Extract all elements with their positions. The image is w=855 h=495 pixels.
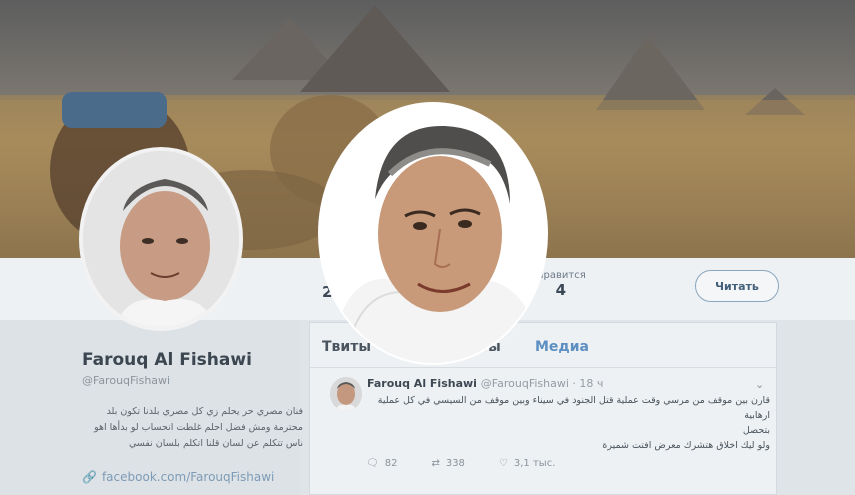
tweet-author[interactable]: Farouq Al Fishawi: [367, 377, 477, 390]
reply-action[interactable]: 🗨 82: [366, 458, 397, 469]
tweet-header: Farouq Al Fishawi @FarouqFishawi · 18 ч: [367, 377, 603, 390]
portrait-illustration: [320, 104, 546, 363]
avatar-portrait: [83, 151, 239, 327]
portrait-photo: [320, 104, 546, 363]
retweet-action[interactable]: ⇄ 338: [431, 458, 464, 469]
tweet-line-3: ولو ليك اخلاق هتشرك معرض افتت شميرة: [602, 440, 770, 451]
chevron-down-icon[interactable]: ⌄: [755, 378, 764, 391]
reply-icon: 🗨: [366, 458, 379, 469]
avatar[interactable]: [79, 147, 243, 331]
likes-stat[interactable]: Нравится 4: [536, 270, 586, 299]
tweet-avatar[interactable]: [330, 377, 362, 411]
tab-tweets[interactable]: Твиты: [322, 339, 371, 355]
tab-media[interactable]: Медиа: [535, 339, 589, 355]
like-action[interactable]: ♡ 3,1 тыс.: [499, 458, 555, 469]
tweet-avatar-portrait: [330, 377, 362, 411]
likes-count: 4: [555, 281, 567, 299]
tweet-actions: 🗨 82 ⇄ 338 ♡ 3,1 тыс.: [366, 458, 555, 469]
link-icon: 🔗: [82, 470, 97, 484]
retweet-icon: ⇄: [431, 458, 440, 469]
tweet-line-1: قارن بين موقف من مرسي وقت عملية قتل الجن…: [377, 395, 770, 421]
tweet-line-2: بتحصل: [742, 425, 770, 436]
profile-bio: فنان مصري حر يحلم زي كل مصري بلدنا تكون …: [94, 406, 303, 449]
profile-link-text[interactable]: facebook.com/FarouqFishawi: [102, 470, 274, 484]
heart-icon: ♡: [498, 458, 508, 469]
retweet-count: 338: [445, 458, 465, 469]
tweet-handle[interactable]: @FarouqFishawi · 18 ч: [481, 377, 604, 390]
reply-count: 82: [384, 458, 398, 469]
like-count: 3,1 тыс.: [513, 458, 556, 469]
profile-name: Farouq Al Fishawi: [82, 350, 252, 370]
likes-label: Нравится: [536, 270, 586, 281]
profile-link[interactable]: 🔗 facebook.com/FarouqFishawi: [82, 470, 274, 484]
profile-handle[interactable]: @FarouqFishawi: [82, 374, 170, 387]
follow-button[interactable]: Читать: [695, 270, 779, 302]
tweet-text: قارن بين موقف من مرسي وقت عملية قتل الجن…: [370, 393, 770, 453]
